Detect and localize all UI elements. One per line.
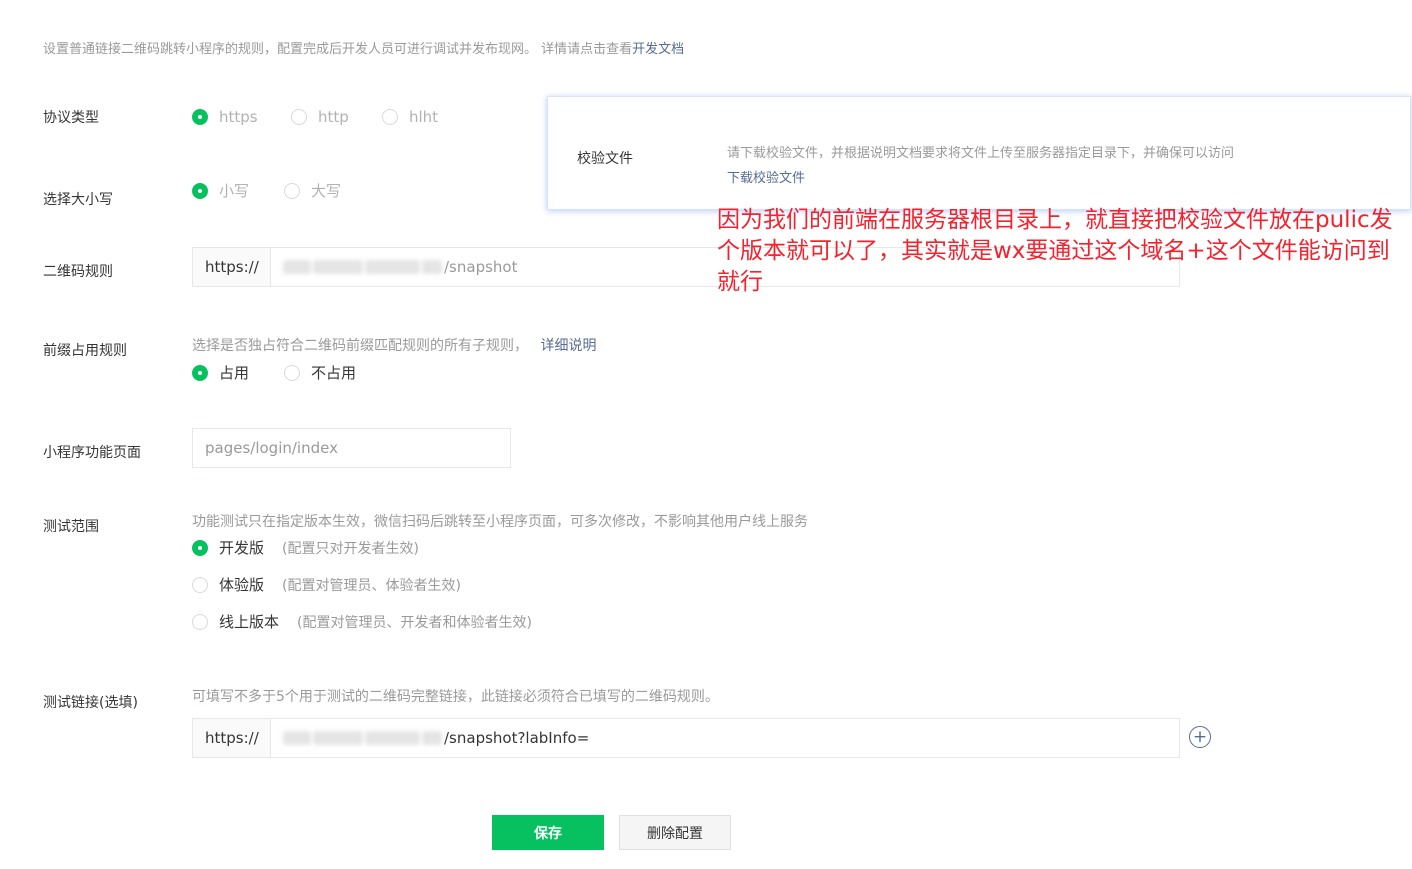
test-link-value-suffix: /snapshot?labInfo= [444,729,590,747]
radio-checked-icon [192,109,208,125]
download-verification-link[interactable]: 下载校验文件 [727,167,805,186]
test-link-prefix: https:// [193,719,271,757]
scope-option-desc: (配置只对开发者生效) [282,540,419,557]
case-radio-upper[interactable]: 大写 [284,180,341,201]
prefix-radio-occupy[interactable]: 占用 [192,362,284,383]
scope-radio-trial[interactable]: 体验版 (配置对管理员、体验者生效) [192,574,461,595]
protocol-radio-group: https http hlht [192,108,438,126]
protocol-label: 协议类型 [43,110,99,126]
delete-config-button[interactable]: 删除配置 [619,815,731,850]
radio-checked-icon [192,182,208,199]
dev-docs-link[interactable]: 开发文档 [632,42,684,57]
test-link-hint: 可填写不多于5个用于测试的二维码完整链接，此链接必须符合已填写的二维码规则。 [192,689,719,705]
radio-unchecked-icon [192,613,208,630]
prefix-option-label: 不占用 [311,364,357,382]
prefix-rule-hint-text: 选择是否独占符合二维码前缀匹配规则的所有子规则， [192,338,528,354]
protocol-option-label: hlht [409,108,439,126]
protocol-radio-hlht[interactable]: hlht [382,108,438,126]
scope-option-desc: (配置对管理员、体验者生效) [282,577,461,594]
case-label: 选择大小写 [43,192,113,208]
redacted-text [283,260,311,274]
qr-rule-prefix: https:// [193,248,271,286]
scope-option-label: 体验版 [219,576,265,594]
radio-unchecked-icon [192,576,208,593]
redacted-text [313,260,363,274]
protocol-radio-http[interactable]: http [291,108,382,126]
scope-option-label: 线上版本 [219,613,280,631]
case-option-label: 小写 [219,182,250,200]
intro-description: 设置普通链接二维码跳转小程序的规则，配置完成后开发人员可进行调试并发布现网。 详… [43,42,633,57]
test-link-label: 测试链接(选填) [43,695,138,711]
case-option-label: 大写 [311,182,342,200]
test-link-input[interactable]: https:// /snapshot?labInfo= [192,718,1180,758]
prefix-rule-label: 前缀占用规则 [43,343,127,359]
prefix-radio-not-occupy[interactable]: 不占用 [284,362,356,383]
scope-radio-dev[interactable]: 开发版 (配置只对开发者生效) [192,537,419,558]
save-button[interactable]: 保存 [492,815,604,850]
mini-page-input[interactable]: pages/login/index [192,428,511,468]
case-radio-lower[interactable]: 小写 [192,180,284,201]
radio-unchecked-icon [291,109,307,125]
mini-page-label: 小程序功能页面 [43,445,141,461]
scope-radio-release[interactable]: 线上版本 (配置对管理员、开发者和体验者生效) [192,611,532,632]
radio-unchecked-icon [284,182,300,199]
verification-file-desc: 请下载校验文件，并根据说明文档要求将文件上传至服务器指定目录下，并确保可以访问 [727,146,1235,161]
annotation-note: 因为我们的前端在服务器根目录上，就直接把校验文件放在pulic发个版本就可以了，… [717,207,1393,295]
redacted-text [365,731,420,745]
prefix-rule-hint: 选择是否独占符合二维码前缀匹配规则的所有子规则， 详细说明 [192,335,596,355]
test-scope-hint: 功能测试只在指定版本生效，微信扫码后跳转至小程序页面，可多次修改，不影响其他用户… [192,514,808,530]
qr-rule-label: 二维码规则 [43,264,113,280]
scope-option-desc: (配置对管理员、开发者和体验者生效) [297,614,532,631]
redacted-text [365,260,420,274]
test-link-value[interactable]: /snapshot?labInfo= [271,719,1179,757]
add-link-icon[interactable]: + [1189,726,1211,748]
intro-text: 设置普通链接二维码跳转小程序的规则，配置完成后开发人员可进行调试并发布现网。 详… [43,38,684,57]
radio-checked-icon [192,539,208,556]
qr-rule-value-suffix: /snapshot [444,258,518,276]
scope-option-label: 开发版 [219,539,265,557]
redacted-text [283,731,311,745]
verification-file-label: 校验文件 [577,151,633,167]
prefix-rule-radio-group: 占用 不占用 [192,362,356,383]
radio-unchecked-icon [382,109,398,125]
test-scope-label: 测试范围 [43,519,99,535]
radio-checked-icon [192,364,208,381]
protocol-radio-https[interactable]: https [192,108,291,126]
detail-link[interactable]: 详细说明 [540,338,596,354]
redacted-text [422,260,442,274]
redacted-text [422,731,442,745]
prefix-option-label: 占用 [219,364,250,382]
verification-file-popup: 校验文件 请下载校验文件，并根据说明文档要求将文件上传至服务器指定目录下，并确保… [547,96,1411,210]
protocol-option-label: http [318,108,349,126]
protocol-option-label: https [219,108,258,126]
redacted-text [313,731,363,745]
radio-unchecked-icon [284,364,300,381]
case-radio-group: 小写 大写 [192,180,341,201]
